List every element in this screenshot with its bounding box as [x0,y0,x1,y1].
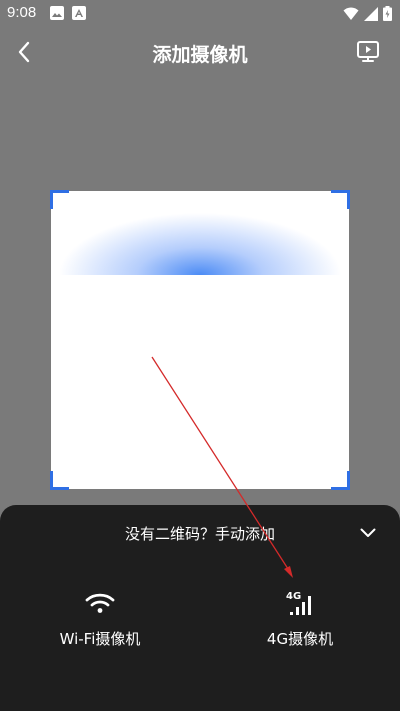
manual-add-sheet: 没有二维码？手动添加 Wi-Fi摄像机 4G 4G摄像机 [0,505,400,711]
battery-icon [383,6,392,21]
collapse-sheet-button[interactable] [358,523,378,543]
video-tutorial-button[interactable] [354,38,382,66]
svg-text:4G: 4G [286,591,301,602]
status-time: 9:08 [7,4,37,21]
qr-scan-frame [50,190,350,490]
wifi-camera-option[interactable]: Wi-Fi摄像机 [40,587,160,649]
4g-camera-option[interactable]: 4G 4G摄像机 [240,587,360,649]
status-notification-icons [50,6,86,20]
page-title: 添加摄像机 [152,44,248,66]
4g-signal-icon: 4G [286,591,311,615]
4g-camera-label: 4G摄像机 [266,630,334,648]
status-bar: 9:08 [0,0,400,28]
wifi-status-icon [343,7,359,20]
scan-corner-top-left [50,190,69,209]
wifi-camera-label: Wi-Fi摄像机 [59,630,141,648]
status-system-icons [343,6,392,21]
image-notification-icon [50,6,64,20]
app-bar: 添加摄像机 [0,28,400,76]
cell-signal-icon [364,6,378,21]
scan-line [59,213,341,275]
play-screen-icon [357,41,379,62]
chevron-down-icon [360,528,376,537]
scan-corner-top-right [331,190,350,209]
wifi-icon [85,593,115,613]
scan-corner-bottom-left [50,471,69,490]
scan-corner-bottom-right [331,471,350,490]
manual-add-title: 没有二维码？手动添加 [124,525,275,543]
app-notification-icon [72,6,86,20]
